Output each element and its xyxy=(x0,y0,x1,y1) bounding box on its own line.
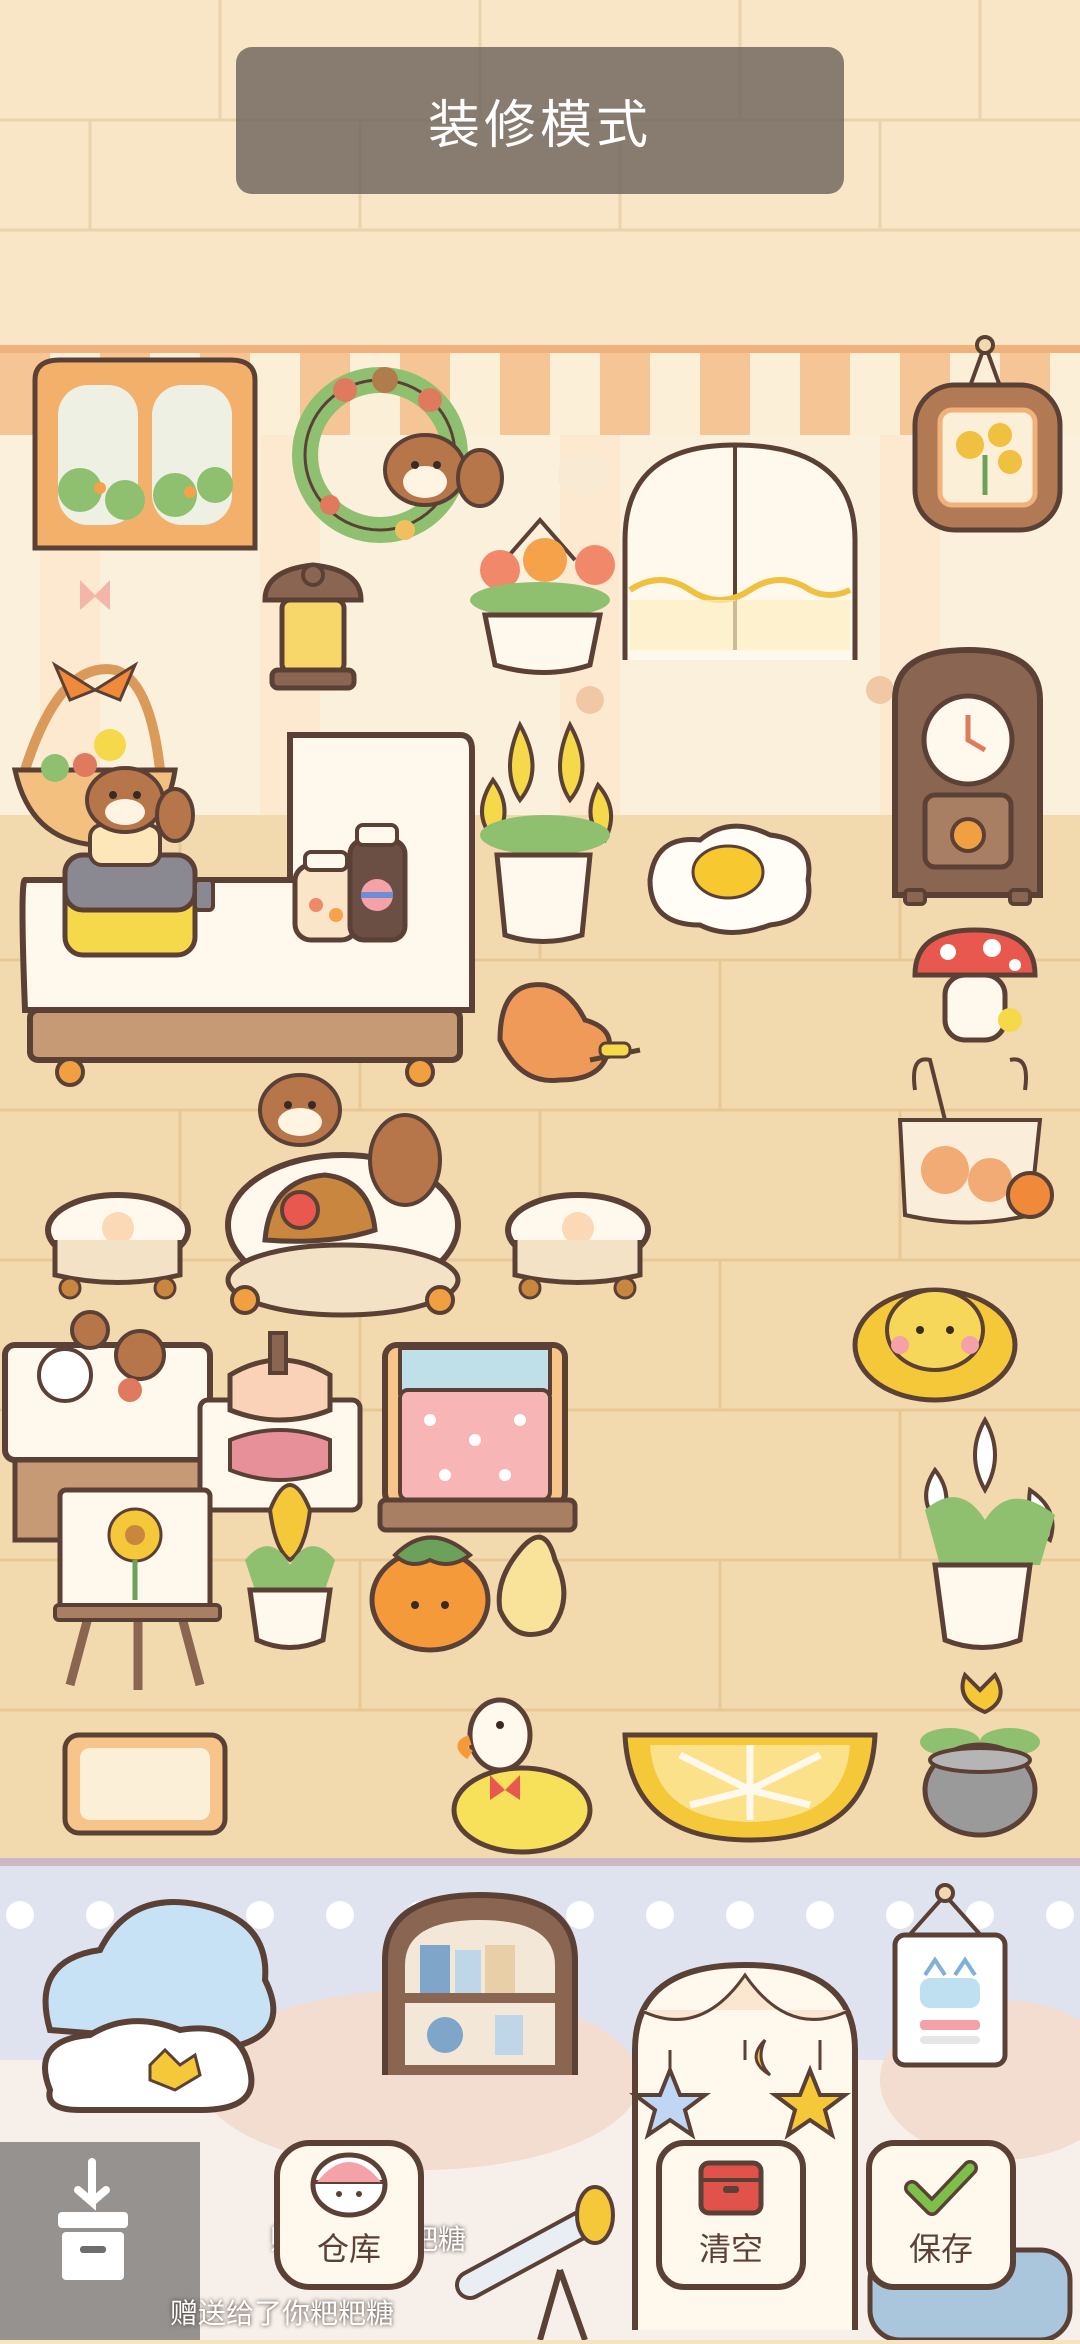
egg-rug-icon[interactable] xyxy=(647,823,812,935)
clear-button[interactable]: 清空 xyxy=(656,2140,806,2290)
grandfather-clock-icon[interactable] xyxy=(892,646,1043,906)
stool-icon[interactable] xyxy=(45,1192,191,1300)
check-icon xyxy=(904,2160,978,2216)
warehouse-icon xyxy=(310,2152,388,2218)
box-icon xyxy=(698,2160,764,2216)
window-icon[interactable] xyxy=(32,357,258,551)
decoration-mode-banner: 装修模式 xyxy=(236,47,844,194)
shelf-icon[interactable] xyxy=(382,1891,578,2075)
hat-icon[interactable] xyxy=(852,1287,1018,1403)
stool-icon[interactable] xyxy=(505,1192,651,1300)
persimmon-icon[interactable] xyxy=(369,1534,567,1653)
gift-message: 赠送给了你粑粑糖 xyxy=(170,2297,395,2330)
bread-rug-icon[interactable] xyxy=(62,1732,228,1836)
save-button[interactable]: 保存 xyxy=(866,2140,1016,2290)
warehouse-label: 仓库 xyxy=(316,2230,381,2268)
bed-icon[interactable] xyxy=(377,1342,578,1533)
easel-icon[interactable] xyxy=(53,1487,222,1690)
save-label: 保存 xyxy=(908,2230,973,2268)
clear-label: 清空 xyxy=(698,2230,763,2268)
warehouse-button[interactable]: 仓库 xyxy=(274,2140,424,2290)
room-scene xyxy=(0,0,1080,2340)
